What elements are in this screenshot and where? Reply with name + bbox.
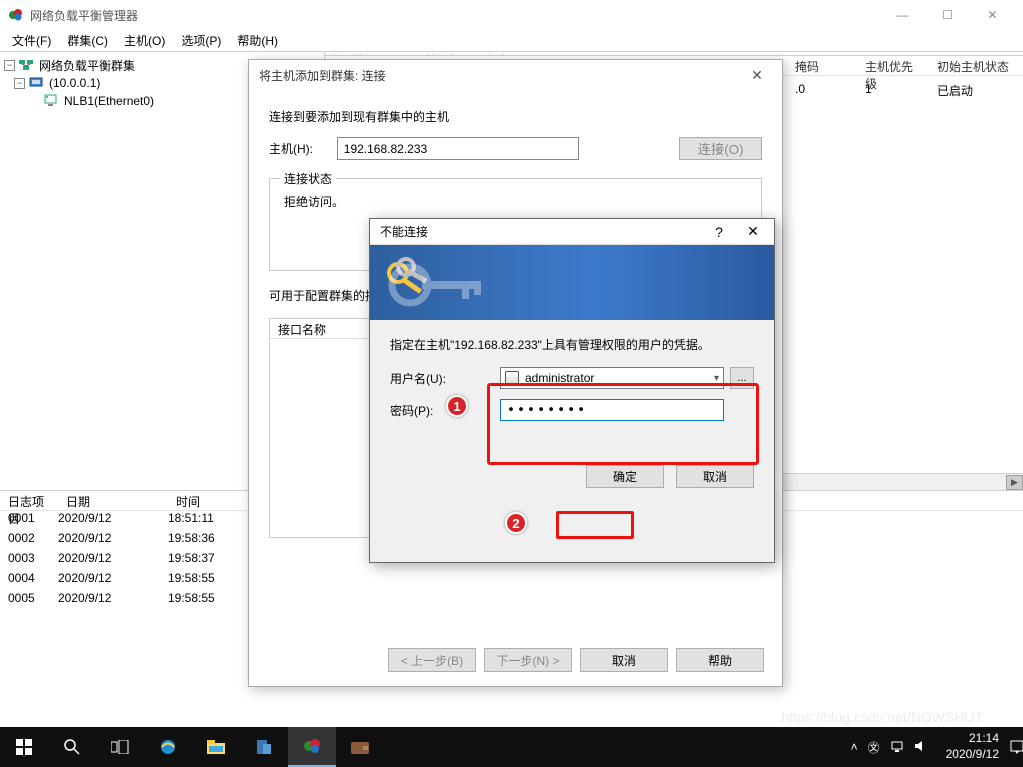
- explorer-icon[interactable]: [192, 727, 240, 767]
- dialog-title: 将主机添加到群集: 连接: [259, 67, 742, 84]
- status-group-title: 连接状态: [280, 170, 336, 187]
- server-manager-icon[interactable]: [240, 727, 288, 767]
- password-input[interactable]: [500, 399, 724, 421]
- menu-file[interactable]: 文件(F): [4, 30, 59, 51]
- log-col-date[interactable]: 日期: [58, 491, 168, 510]
- user-icon: [505, 371, 519, 385]
- menu-cluster[interactable]: 群集(C): [59, 30, 116, 51]
- tray-up-icon[interactable]: ˄: [851, 740, 858, 754]
- cell-mask: .0: [785, 80, 855, 101]
- cancel-button[interactable]: 取消: [580, 648, 668, 672]
- menu-host[interactable]: 主机(O): [116, 30, 173, 51]
- cancel-button[interactable]: 取消: [676, 465, 754, 488]
- credentials-banner: [370, 245, 774, 320]
- credentials-dialog: 不能连接 ? ✕ 指定在主机"192.168.82.233"上具有管理权限的用户…: [369, 218, 775, 563]
- log-col-item[interactable]: 日志项目: [0, 491, 58, 510]
- connect-button[interactable]: 连接(O): [679, 137, 762, 160]
- username-label: 用户名(U):: [390, 370, 500, 387]
- ime-icon[interactable]: ㉆: [868, 739, 880, 756]
- taskbar-clock[interactable]: 21:14 2020/9/12: [936, 731, 1009, 762]
- window-titlebar: 网络负载平衡管理器 — ☐ ✕: [0, 0, 1023, 30]
- cell-initstate: 已启动: [927, 80, 983, 101]
- dialog-close-icon[interactable]: ✕: [742, 67, 772, 84]
- menu-help[interactable]: 帮助(H): [229, 30, 286, 51]
- tree-host-label: NLB1(Ethernet0): [64, 94, 154, 108]
- search-icon[interactable]: [48, 727, 96, 767]
- status-text: 拒绝访问。: [284, 193, 747, 210]
- cred-message: 指定在主机"192.168.82.233"上具有管理权限的用户的凭据。: [390, 336, 754, 353]
- cred-dialog-title: 不能连接: [380, 223, 702, 240]
- help-icon[interactable]: ?: [702, 224, 736, 240]
- next-button[interactable]: 下一步(N) >: [484, 648, 572, 672]
- wallet-icon[interactable]: [336, 727, 384, 767]
- window-title: 网络负载平衡管理器: [30, 7, 880, 24]
- ok-button[interactable]: 确定: [586, 465, 664, 488]
- collapse-icon[interactable]: −: [14, 78, 25, 89]
- username-value: administrator: [525, 371, 714, 385]
- clock-time: 21:14: [946, 731, 999, 747]
- col-priority[interactable]: 主机优先级: [855, 56, 927, 75]
- notifications-icon[interactable]: [1009, 727, 1023, 767]
- col-mask[interactable]: 掩码: [785, 56, 855, 75]
- watermark: https://blog.csdn.net/NOWSHUT: [781, 709, 983, 725]
- tree-root-label: 网络负载平衡群集: [39, 57, 135, 74]
- scroll-right-arrow[interactable]: ▶: [1006, 475, 1023, 490]
- start-button[interactable]: [0, 727, 48, 767]
- system-tray[interactable]: ˄ ㉆: [843, 739, 936, 756]
- host-input[interactable]: [337, 137, 579, 160]
- annotation-badge-2: 2: [505, 512, 527, 534]
- browse-button[interactable]: ...: [730, 367, 754, 389]
- banner-bg-icon: [380, 255, 490, 315]
- tree-cluster-label: (10.0.0.1): [49, 76, 100, 90]
- close-button[interactable]: ✕: [970, 0, 1015, 30]
- menu-options[interactable]: 选项(P): [173, 30, 229, 51]
- cluster-group-icon: [19, 58, 35, 72]
- app-icon: [8, 7, 24, 23]
- taskview-icon[interactable]: [96, 727, 144, 767]
- connect-label: 连接到要添加到现有群集中的主机: [269, 108, 762, 125]
- password-label: 密码(P):: [390, 402, 500, 419]
- cluster-icon: [29, 76, 45, 90]
- minimize-button[interactable]: —: [880, 0, 925, 30]
- annotation-badge-1: 1: [446, 395, 468, 417]
- host-label: 主机(H):: [269, 140, 337, 157]
- chevron-down-icon[interactable]: ▾: [714, 373, 719, 384]
- menubar: 文件(F) 群集(C) 主机(O) 选项(P) 帮助(H): [0, 30, 1023, 52]
- username-combobox[interactable]: administrator ▾: [500, 367, 724, 389]
- clock-date: 2020/9/12: [946, 747, 999, 763]
- prev-button[interactable]: < 上一步(B): [388, 648, 476, 672]
- sound-icon[interactable]: [914, 739, 928, 756]
- close-icon[interactable]: ✕: [736, 223, 770, 240]
- host-icon: [44, 94, 60, 108]
- maximize-button[interactable]: ☐: [925, 0, 970, 30]
- network-icon[interactable]: [890, 739, 904, 756]
- taskbar: ˄ ㉆ 21:14 2020/9/12: [0, 727, 1023, 767]
- log-col-time[interactable]: 时间: [168, 491, 248, 510]
- col-initstate[interactable]: 初始主机状态: [927, 56, 1023, 75]
- ie-icon[interactable]: [144, 727, 192, 767]
- help-button[interactable]: 帮助: [676, 648, 764, 672]
- collapse-icon[interactable]: −: [4, 60, 15, 71]
- nlb-manager-icon[interactable]: [288, 727, 336, 767]
